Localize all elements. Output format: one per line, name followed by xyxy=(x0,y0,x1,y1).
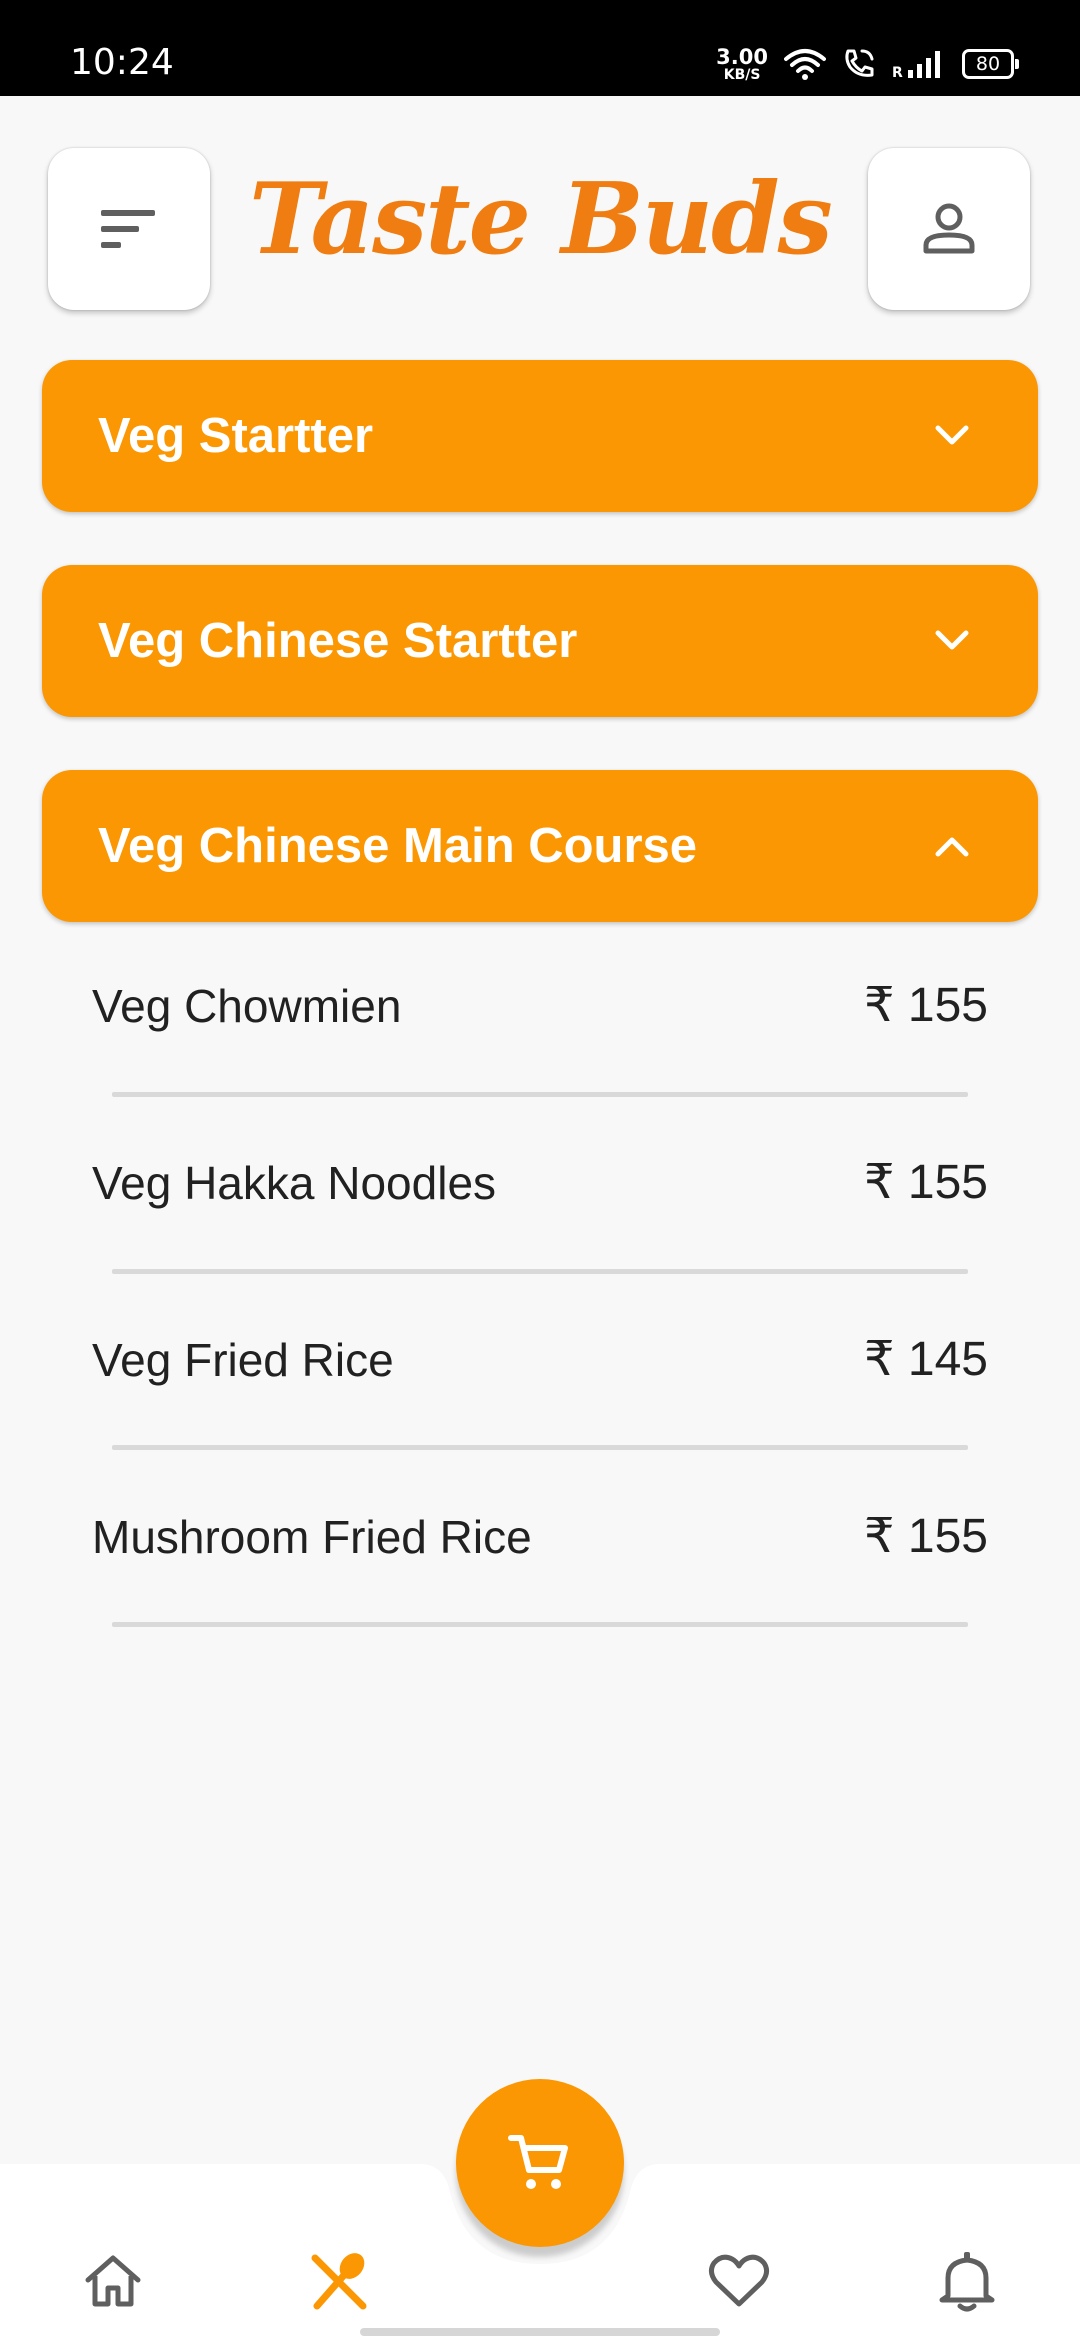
category-label: Veg Chinese Startter xyxy=(98,614,578,668)
list-item[interactable]: Veg Fried Rice ₹ 145 xyxy=(92,1320,988,1400)
svg-text:R: R xyxy=(892,65,903,79)
category-veg-starter[interactable]: Veg Startter xyxy=(42,360,1038,512)
wifi-icon xyxy=(784,49,826,80)
divider xyxy=(112,1622,968,1627)
network-speed-value: 3.00 xyxy=(716,44,768,69)
sort-menu-button[interactable] xyxy=(48,148,210,310)
divider xyxy=(112,1269,968,1274)
wifi-call-icon xyxy=(845,49,874,77)
item-price: ₹ 155 xyxy=(864,1156,988,1209)
item-name: Veg Chowmien xyxy=(92,980,402,1032)
category-label: Veg Startter xyxy=(98,409,374,463)
list-item[interactable]: Veg Hakka Noodles ₹ 155 xyxy=(92,1143,988,1223)
item-price: ₹ 145 xyxy=(864,1333,988,1386)
heart-icon[interactable] xyxy=(706,2248,772,2314)
item-name: Mushroom Fried Rice xyxy=(92,1511,532,1563)
chevron-down-icon xyxy=(935,425,969,445)
category-label: Veg Chinese Main Course xyxy=(98,819,698,873)
category-veg-chinese-main-course[interactable]: Veg Chinese Main Course xyxy=(42,770,1038,922)
status-icons: 3.00 KB/S R 80 xyxy=(716,44,1019,84)
network-speed-unit: KB/S xyxy=(723,66,761,83)
divider xyxy=(112,1445,968,1450)
list-item[interactable]: Veg Chowmien ₹ 155 xyxy=(92,966,988,1046)
person-icon xyxy=(923,203,975,254)
status-time: 10:24 xyxy=(70,42,174,83)
battery-icon: 80 xyxy=(962,49,1019,79)
list-item[interactable]: Mushroom Fried Rice ₹ 155 xyxy=(92,1497,988,1577)
item-name: Veg Fried Rice xyxy=(92,1334,394,1386)
category-veg-chinese-starter[interactable]: Veg Chinese Startter xyxy=(42,565,1038,717)
bell-icon[interactable] xyxy=(934,2248,1000,2314)
profile-button[interactable] xyxy=(868,148,1030,310)
status-bar: 10:24 3.00 KB/S R 80 xyxy=(0,0,1080,96)
sort-menu-icon xyxy=(101,210,155,248)
home-icon[interactable] xyxy=(80,2248,146,2314)
cart-button[interactable] xyxy=(456,2079,624,2247)
signal-icon: R xyxy=(892,51,940,79)
home-indicator[interactable] xyxy=(360,2328,720,2336)
item-name: Veg Hakka Noodles xyxy=(92,1157,497,1209)
cart-icon xyxy=(508,2135,568,2189)
menu-cutlery-icon[interactable] xyxy=(307,2248,373,2314)
chevron-up-icon xyxy=(935,837,969,857)
network-speed: 3.00 KB/S xyxy=(716,44,768,83)
item-price: ₹ 155 xyxy=(864,1510,988,1563)
divider xyxy=(112,1092,968,1097)
app-title: Taste Buds xyxy=(249,162,833,277)
chevron-down-icon xyxy=(935,630,969,650)
item-price: ₹ 155 xyxy=(864,979,988,1032)
